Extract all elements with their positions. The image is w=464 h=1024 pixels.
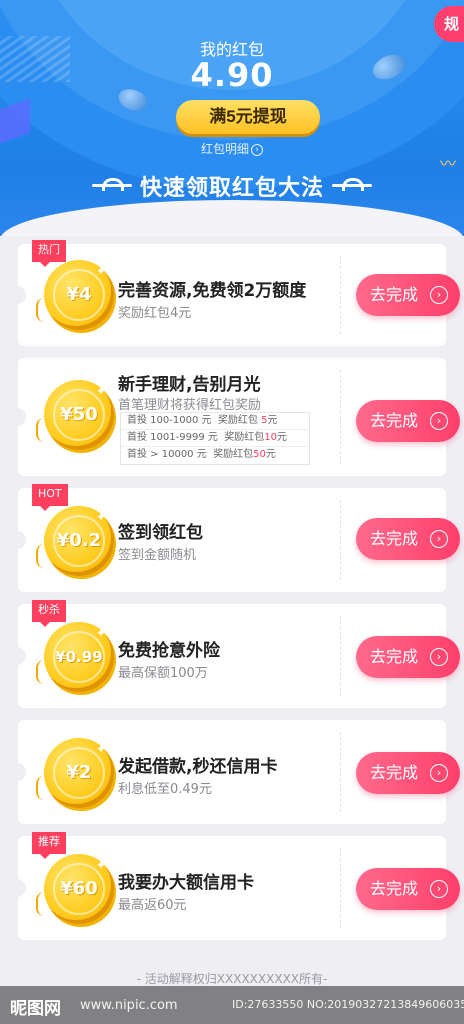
- go-complete-button[interactable]: 去完成 ›: [356, 274, 460, 316]
- chevron-right-icon: ›: [430, 880, 448, 898]
- coin-icon: ✦ ¥0.2: [36, 506, 114, 576]
- chevron-right-icon: ›: [430, 530, 448, 548]
- watermark-id: ID:27633550 NO:20190327213849606035: [232, 998, 464, 1011]
- sparkle-icon: ✦: [95, 858, 106, 872]
- go-complete-label: 去完成: [370, 285, 419, 304]
- reward-unit: 元: [276, 432, 287, 443]
- task-title: 签到领红包: [118, 523, 203, 543]
- reward-label: 奖励红包: [213, 449, 254, 460]
- tag-hot: HOT: [32, 484, 68, 511]
- reward-range: 首投 100-1000 元: [127, 415, 212, 426]
- card-notch: [8, 408, 26, 426]
- tag-hot: 热门: [32, 240, 66, 267]
- card-divider: [340, 500, 341, 580]
- reward-row: 首投 1001-9999 元 奖励红包10元: [121, 430, 309, 447]
- footer-disclaimer: - 活动解释权归XXXXXXXXXX所有-: [136, 972, 328, 986]
- go-complete-button[interactable]: 去完成 ›: [356, 400, 460, 442]
- card-notch: [8, 531, 26, 549]
- task-card: 热门 ✦ ¥4 完善资源,免费领2万额度 奖励红包4元 去完成 ›: [8, 240, 460, 346]
- coin-icon: ✦ ¥4: [36, 260, 114, 330]
- card-divider: [340, 848, 341, 928]
- chevron-right-icon: ›: [430, 764, 448, 782]
- card-divider: [340, 616, 341, 696]
- task-subtitle: 最高保额100万: [118, 666, 208, 681]
- sparkle-icon: ✦: [95, 384, 106, 398]
- withdraw-button[interactable]: 满5元提现: [176, 100, 320, 134]
- go-complete-button[interactable]: 去完成 ›: [356, 636, 460, 678]
- task-subtitle: 利息低至0.49元: [118, 782, 212, 797]
- coin-value: ¥0.99: [55, 648, 103, 666]
- sparkle-icon: ✦: [95, 510, 106, 524]
- header-wave: [0, 200, 464, 236]
- task-card: 推荐 ✦ ¥60 我要办大额信用卡 最高返60元 去完成 ›: [8, 832, 460, 940]
- card-notch: [8, 647, 26, 665]
- coin-icon: ✦ ¥50: [36, 380, 114, 450]
- chevron-right-icon: ›: [430, 286, 448, 304]
- task-subtitle: 首笔理财将获得红包奖励: [118, 398, 262, 413]
- reward-amount: 50: [253, 449, 266, 460]
- go-complete-label: 去完成: [370, 879, 419, 898]
- task-subtitle: 最高返60元: [118, 898, 187, 913]
- go-complete-label: 去完成: [370, 411, 419, 430]
- coin-value: ¥50: [60, 404, 98, 425]
- balance-amount: 4.90: [190, 56, 274, 94]
- task-card: ✦ ¥50 新手理财,告别月光 首笔理财将获得红包奖励 首投 100-1000 …: [8, 358, 460, 476]
- card-notch: [8, 286, 26, 304]
- coin-value: ¥2: [66, 762, 92, 783]
- reward-label: 奖励红包: [217, 415, 262, 426]
- card-notch: [8, 879, 26, 897]
- chevron-right-icon: ›: [430, 648, 448, 666]
- card-notch: [8, 763, 26, 781]
- tag-flash-sale: 秒杀: [32, 600, 66, 627]
- task-title: 新手理财,告别月光: [118, 375, 261, 395]
- chevron-right-icon: ›: [430, 412, 448, 430]
- sparkle-icon: ✦: [95, 742, 106, 756]
- section-banner: 快速领取红包大法: [139, 176, 324, 201]
- reward-unit: 元: [265, 449, 276, 460]
- reward-row: 首投 > 10000 元 奖励红包50元: [121, 447, 309, 464]
- coin-icon: ✦ ¥2: [36, 738, 114, 808]
- reward-amount: 10: [264, 432, 277, 443]
- task-card: HOT ✦ ¥0.2 签到领红包 签到金额随机 去完成 ›: [8, 484, 460, 592]
- go-complete-label: 去完成: [370, 529, 419, 548]
- go-complete-button[interactable]: 去完成 ›: [356, 868, 460, 910]
- reward-row: 首投 100-1000 元 奖励红包 5元: [121, 413, 309, 430]
- go-complete-button[interactable]: 去完成 ›: [356, 752, 460, 794]
- watermark-logo: 昵图网: [10, 999, 61, 1019]
- task-subtitle: 签到金额随机: [118, 548, 197, 563]
- coin-value: ¥0.2: [56, 530, 102, 551]
- task-title: 发起借款,秒还信用卡: [118, 757, 278, 777]
- header: 〰 规 我的红包 4.90 满5元提现 红包明细 › 快速领取红包大法: [0, 0, 464, 236]
- task-title: 完善资源,免费领2万额度: [118, 281, 307, 301]
- reward-range: 首投 1001-9999 元: [127, 432, 218, 443]
- card-divider: [340, 370, 341, 464]
- task-card: ✦ ¥2 发起借款,秒还信用卡 利息低至0.49元 去完成 ›: [8, 720, 460, 824]
- decor-square: [0, 98, 30, 144]
- go-complete-label: 去完成: [370, 763, 419, 782]
- reward-table: 首投 100-1000 元 奖励红包 5元 首投 1001-9999 元 奖励红…: [120, 412, 310, 465]
- go-complete-button[interactable]: 去完成 ›: [356, 518, 460, 560]
- card-divider: [340, 732, 341, 812]
- sparkle-icon: ✦: [95, 264, 106, 278]
- tag-recommended: 推荐: [32, 832, 66, 859]
- chevron-right-icon: ›: [251, 143, 263, 156]
- sparkle-icon: ✦: [95, 626, 106, 640]
- card-divider: [340, 256, 341, 334]
- task-title: 我要办大额信用卡: [118, 873, 254, 893]
- go-complete-label: 去完成: [370, 647, 419, 666]
- coin-value: ¥60: [60, 878, 98, 899]
- reward-range: 首投 > 10000 元: [127, 449, 207, 460]
- detail-label: 红包明细: [200, 142, 249, 156]
- red-packet-detail-link[interactable]: 红包明细 ›: [0, 140, 464, 157]
- task-subtitle: 奖励红包4元: [118, 306, 192, 321]
- coin-value: ¥4: [66, 284, 92, 305]
- task-title: 免费抢意外险: [118, 641, 220, 661]
- coin-icon: ✦ ¥0.99: [36, 622, 114, 692]
- reward-unit: 元: [267, 415, 278, 426]
- reward-label: 奖励红包: [224, 432, 265, 443]
- watermark-url: www.nipic.com: [80, 998, 178, 1013]
- task-card: 秒杀 ✦ ¥0.99 免费抢意外险 最高保额100万 去完成 ›: [8, 600, 460, 708]
- coin-icon: ✦ ¥60: [36, 854, 114, 924]
